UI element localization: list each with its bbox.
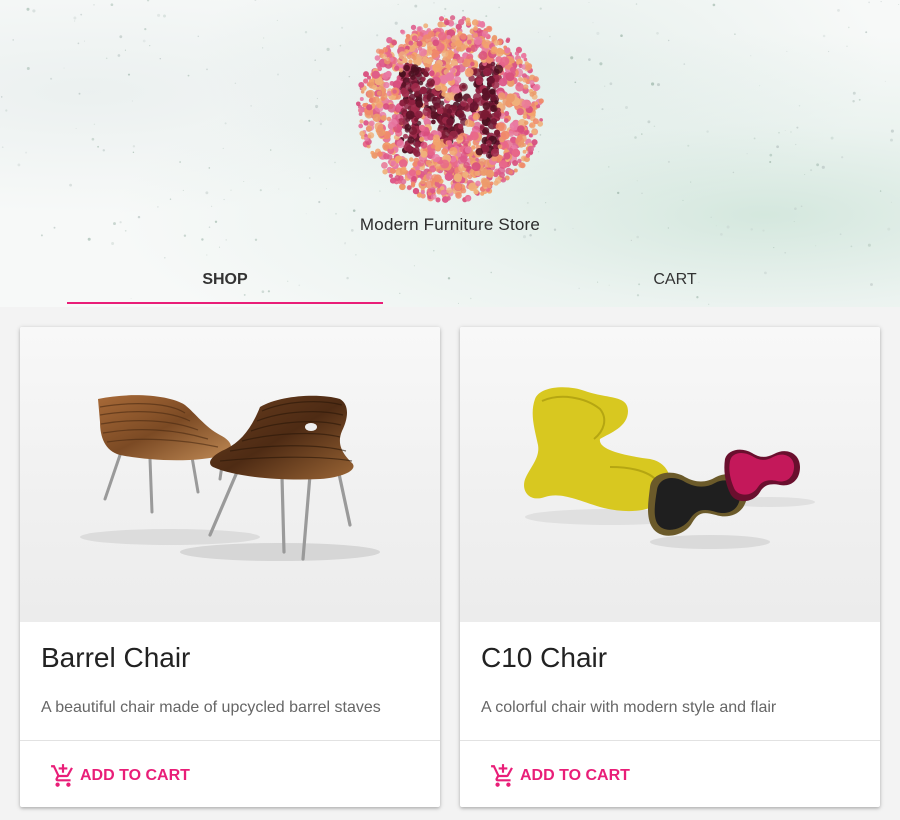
add-to-cart-button[interactable]: ADD TO CART	[490, 761, 630, 791]
product-card-barrel-chair: Barrel Chair A beautiful chair made of u…	[20, 327, 440, 807]
tab-cart[interactable]: CART	[517, 258, 833, 304]
product-description: A colorful chair with modern style and f…	[481, 699, 777, 716]
add-to-cart-label: ADD TO CART	[80, 767, 190, 784]
card-divider	[460, 740, 880, 741]
product-card-c10-chair: C10 Chair A colorful chair with modern s…	[460, 327, 880, 807]
add-shopping-cart-icon	[51, 764, 73, 787]
tab-shop[interactable]: SHOP	[67, 258, 383, 304]
store-logo	[355, 15, 544, 203]
product-image-c10-chair	[460, 327, 880, 622]
add-to-cart-label: ADD TO CART	[520, 767, 630, 784]
product-title: C10 Chair	[481, 642, 608, 673]
add-to-cart-button[interactable]: ADD TO CART	[50, 761, 190, 791]
tab-bar: SHOP CART	[0, 258, 900, 306]
add-shopping-cart-icon	[491, 764, 513, 787]
product-title: Barrel Chair	[41, 642, 191, 673]
store-name: Modern Furniture Store	[359, 215, 541, 234]
header-banner: Modern Furniture Store SHOP CART	[0, 0, 900, 307]
product-description: A beautiful chair made of upcycled barre…	[41, 699, 381, 716]
card-divider	[20, 740, 440, 741]
product-image-barrel-chair	[20, 327, 440, 622]
active-tab-indicator	[67, 302, 383, 304]
